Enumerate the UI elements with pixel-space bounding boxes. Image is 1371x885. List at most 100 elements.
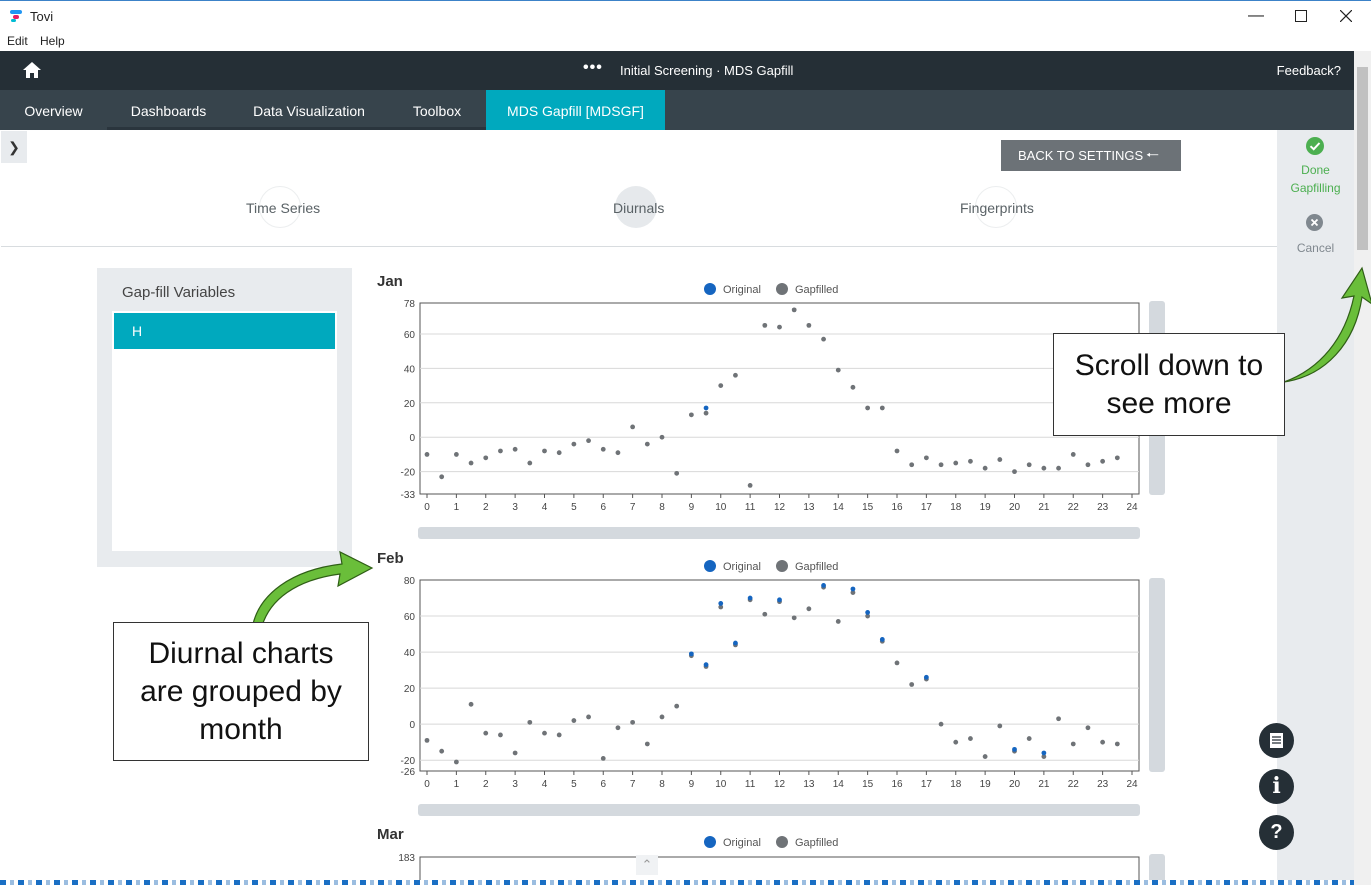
data-point-gapfilled[interactable] bbox=[615, 450, 621, 456]
data-point-gapfilled[interactable] bbox=[865, 405, 871, 411]
data-point-gapfilled[interactable] bbox=[468, 460, 474, 466]
minimize-icon[interactable]: — bbox=[1233, 1, 1279, 31]
help-icon[interactable]: ? bbox=[1259, 815, 1294, 850]
data-point-gapfilled[interactable] bbox=[439, 474, 445, 480]
data-point-gapfilled[interactable] bbox=[512, 446, 518, 452]
data-point-gapfilled[interactable] bbox=[527, 460, 533, 466]
data-point-gapfilled[interactable] bbox=[953, 460, 959, 466]
data-point-gapfilled[interactable] bbox=[968, 458, 973, 464]
data-point-gapfilled[interactable] bbox=[777, 324, 782, 330]
data-point-gapfilled[interactable] bbox=[894, 448, 900, 454]
data-point-original[interactable] bbox=[923, 674, 929, 680]
menu-edit[interactable]: Edit bbox=[7, 34, 28, 48]
check-circle-icon[interactable] bbox=[1306, 137, 1324, 155]
data-point-gapfilled[interactable] bbox=[909, 682, 915, 687]
step-time-series[interactable]: Time Series bbox=[246, 200, 320, 216]
close-icon[interactable] bbox=[1323, 1, 1369, 31]
data-point-original[interactable] bbox=[1012, 746, 1017, 752]
more-options-icon[interactable]: ••• bbox=[583, 59, 603, 77]
data-point-gapfilled[interactable] bbox=[483, 730, 489, 736]
data-point-original[interactable] bbox=[747, 595, 753, 601]
data-point-gapfilled[interactable] bbox=[600, 755, 606, 761]
data-point-original[interactable] bbox=[688, 651, 694, 657]
tab-data-visualization[interactable]: Data Visualization bbox=[230, 90, 388, 130]
data-point-gapfilled[interactable] bbox=[512, 750, 518, 756]
data-point-gapfilled[interactable] bbox=[997, 723, 1003, 729]
data-point-gapfilled[interactable] bbox=[806, 322, 812, 328]
legend-original-swatch[interactable] bbox=[704, 836, 716, 848]
data-point-gapfilled[interactable] bbox=[644, 441, 650, 447]
data-point-gapfilled[interactable] bbox=[1012, 469, 1017, 475]
tab-dashboards[interactable]: Dashboards bbox=[107, 90, 230, 130]
legend-gapfilled-swatch[interactable] bbox=[775, 283, 788, 295]
data-point-gapfilled[interactable] bbox=[571, 441, 577, 447]
cancel-circle-icon[interactable] bbox=[1306, 214, 1323, 231]
chart-feb-vertical-scrollbar[interactable] bbox=[1149, 578, 1165, 772]
done-gapfilling-button[interactable]: Done Gapfilling bbox=[1277, 161, 1354, 197]
data-point-gapfilled[interactable] bbox=[791, 615, 797, 621]
tab-overview[interactable]: Overview bbox=[2, 90, 105, 130]
data-point-gapfilled[interactable] bbox=[821, 336, 826, 342]
data-point-gapfilled[interactable] bbox=[1026, 462, 1032, 468]
data-point-gapfilled[interactable] bbox=[879, 405, 885, 411]
maximize-icon[interactable] bbox=[1278, 1, 1324, 31]
expand-sidebar-icon[interactable]: ❯ bbox=[1, 131, 27, 163]
data-point-gapfilled[interactable] bbox=[747, 482, 753, 488]
data-point-original[interactable] bbox=[850, 586, 856, 592]
legend-gapfilled-label[interactable]: Gapfilled bbox=[795, 837, 838, 849]
menu-help[interactable]: Help bbox=[40, 34, 65, 48]
data-point-gapfilled[interactable] bbox=[600, 446, 606, 452]
data-point-gapfilled[interactable] bbox=[1041, 465, 1047, 471]
step-diurnals[interactable]: Diurnals bbox=[613, 200, 664, 216]
data-point-gapfilled[interactable] bbox=[1056, 716, 1061, 722]
data-point-gapfilled[interactable] bbox=[894, 660, 900, 666]
data-point-original[interactable] bbox=[777, 597, 782, 603]
data-point-original[interactable] bbox=[733, 640, 738, 646]
data-point-gapfilled[interactable] bbox=[703, 410, 709, 416]
data-point-gapfilled[interactable] bbox=[542, 730, 547, 736]
cancel-button[interactable]: Cancel bbox=[1277, 239, 1354, 257]
data-point-gapfilled[interactable] bbox=[806, 606, 812, 612]
data-point-gapfilled[interactable] bbox=[644, 741, 650, 747]
legend-gapfilled-swatch[interactable] bbox=[775, 560, 788, 572]
data-point-gapfilled[interactable] bbox=[923, 455, 929, 461]
data-point-gapfilled[interactable] bbox=[762, 322, 768, 328]
data-point-gapfilled[interactable] bbox=[659, 434, 665, 440]
data-point-gapfilled[interactable] bbox=[1114, 455, 1120, 461]
data-point-gapfilled[interactable] bbox=[424, 737, 430, 743]
data-point-gapfilled[interactable] bbox=[1100, 739, 1106, 745]
legend-original-label[interactable]: Original bbox=[723, 837, 761, 849]
info-icon[interactable]: i bbox=[1259, 769, 1294, 804]
data-point-gapfilled[interactable] bbox=[982, 754, 988, 759]
scrollbar-thumb[interactable] bbox=[1357, 67, 1368, 250]
legend-gapfilled-swatch[interactable] bbox=[775, 836, 788, 848]
data-point-original[interactable] bbox=[718, 601, 724, 606]
data-point-gapfilled[interactable] bbox=[674, 470, 680, 476]
data-point-original[interactable] bbox=[703, 662, 709, 668]
data-point-gapfilled[interactable] bbox=[556, 732, 562, 738]
data-point-gapfilled[interactable] bbox=[938, 721, 944, 727]
data-point-gapfilled[interactable] bbox=[938, 462, 944, 468]
legend-original-label[interactable]: Original bbox=[723, 284, 761, 296]
legend-gapfilled-label[interactable]: Gapfilled bbox=[795, 561, 838, 573]
page-scrollbar[interactable] bbox=[1354, 51, 1371, 885]
data-point-gapfilled[interactable] bbox=[835, 367, 841, 373]
data-point-gapfilled[interactable] bbox=[586, 438, 591, 444]
legend-gapfilled-label[interactable]: Gapfilled bbox=[795, 284, 838, 296]
data-point-gapfilled[interactable] bbox=[659, 714, 665, 720]
data-point-gapfilled[interactable] bbox=[909, 462, 915, 468]
data-point-gapfilled[interactable] bbox=[571, 718, 577, 723]
data-point-gapfilled[interactable] bbox=[630, 719, 636, 725]
data-point-gapfilled[interactable] bbox=[542, 448, 547, 454]
data-point-gapfilled[interactable] bbox=[498, 448, 503, 454]
data-point-original[interactable] bbox=[821, 583, 826, 588]
data-point-gapfilled[interactable] bbox=[439, 748, 445, 754]
data-point-gapfilled[interactable] bbox=[498, 732, 503, 738]
data-point-gapfilled[interactable] bbox=[1085, 462, 1091, 468]
legend-original-swatch[interactable] bbox=[704, 283, 716, 295]
scroll-up-chevron-icon[interactable]: ⌃ bbox=[636, 855, 658, 875]
data-point-gapfilled[interactable] bbox=[1070, 452, 1076, 457]
data-point-gapfilled[interactable] bbox=[762, 611, 768, 617]
chart-feb-horizontal-scrollbar[interactable] bbox=[418, 804, 1140, 816]
chart-jan-horizontal-scrollbar[interactable] bbox=[418, 527, 1140, 539]
